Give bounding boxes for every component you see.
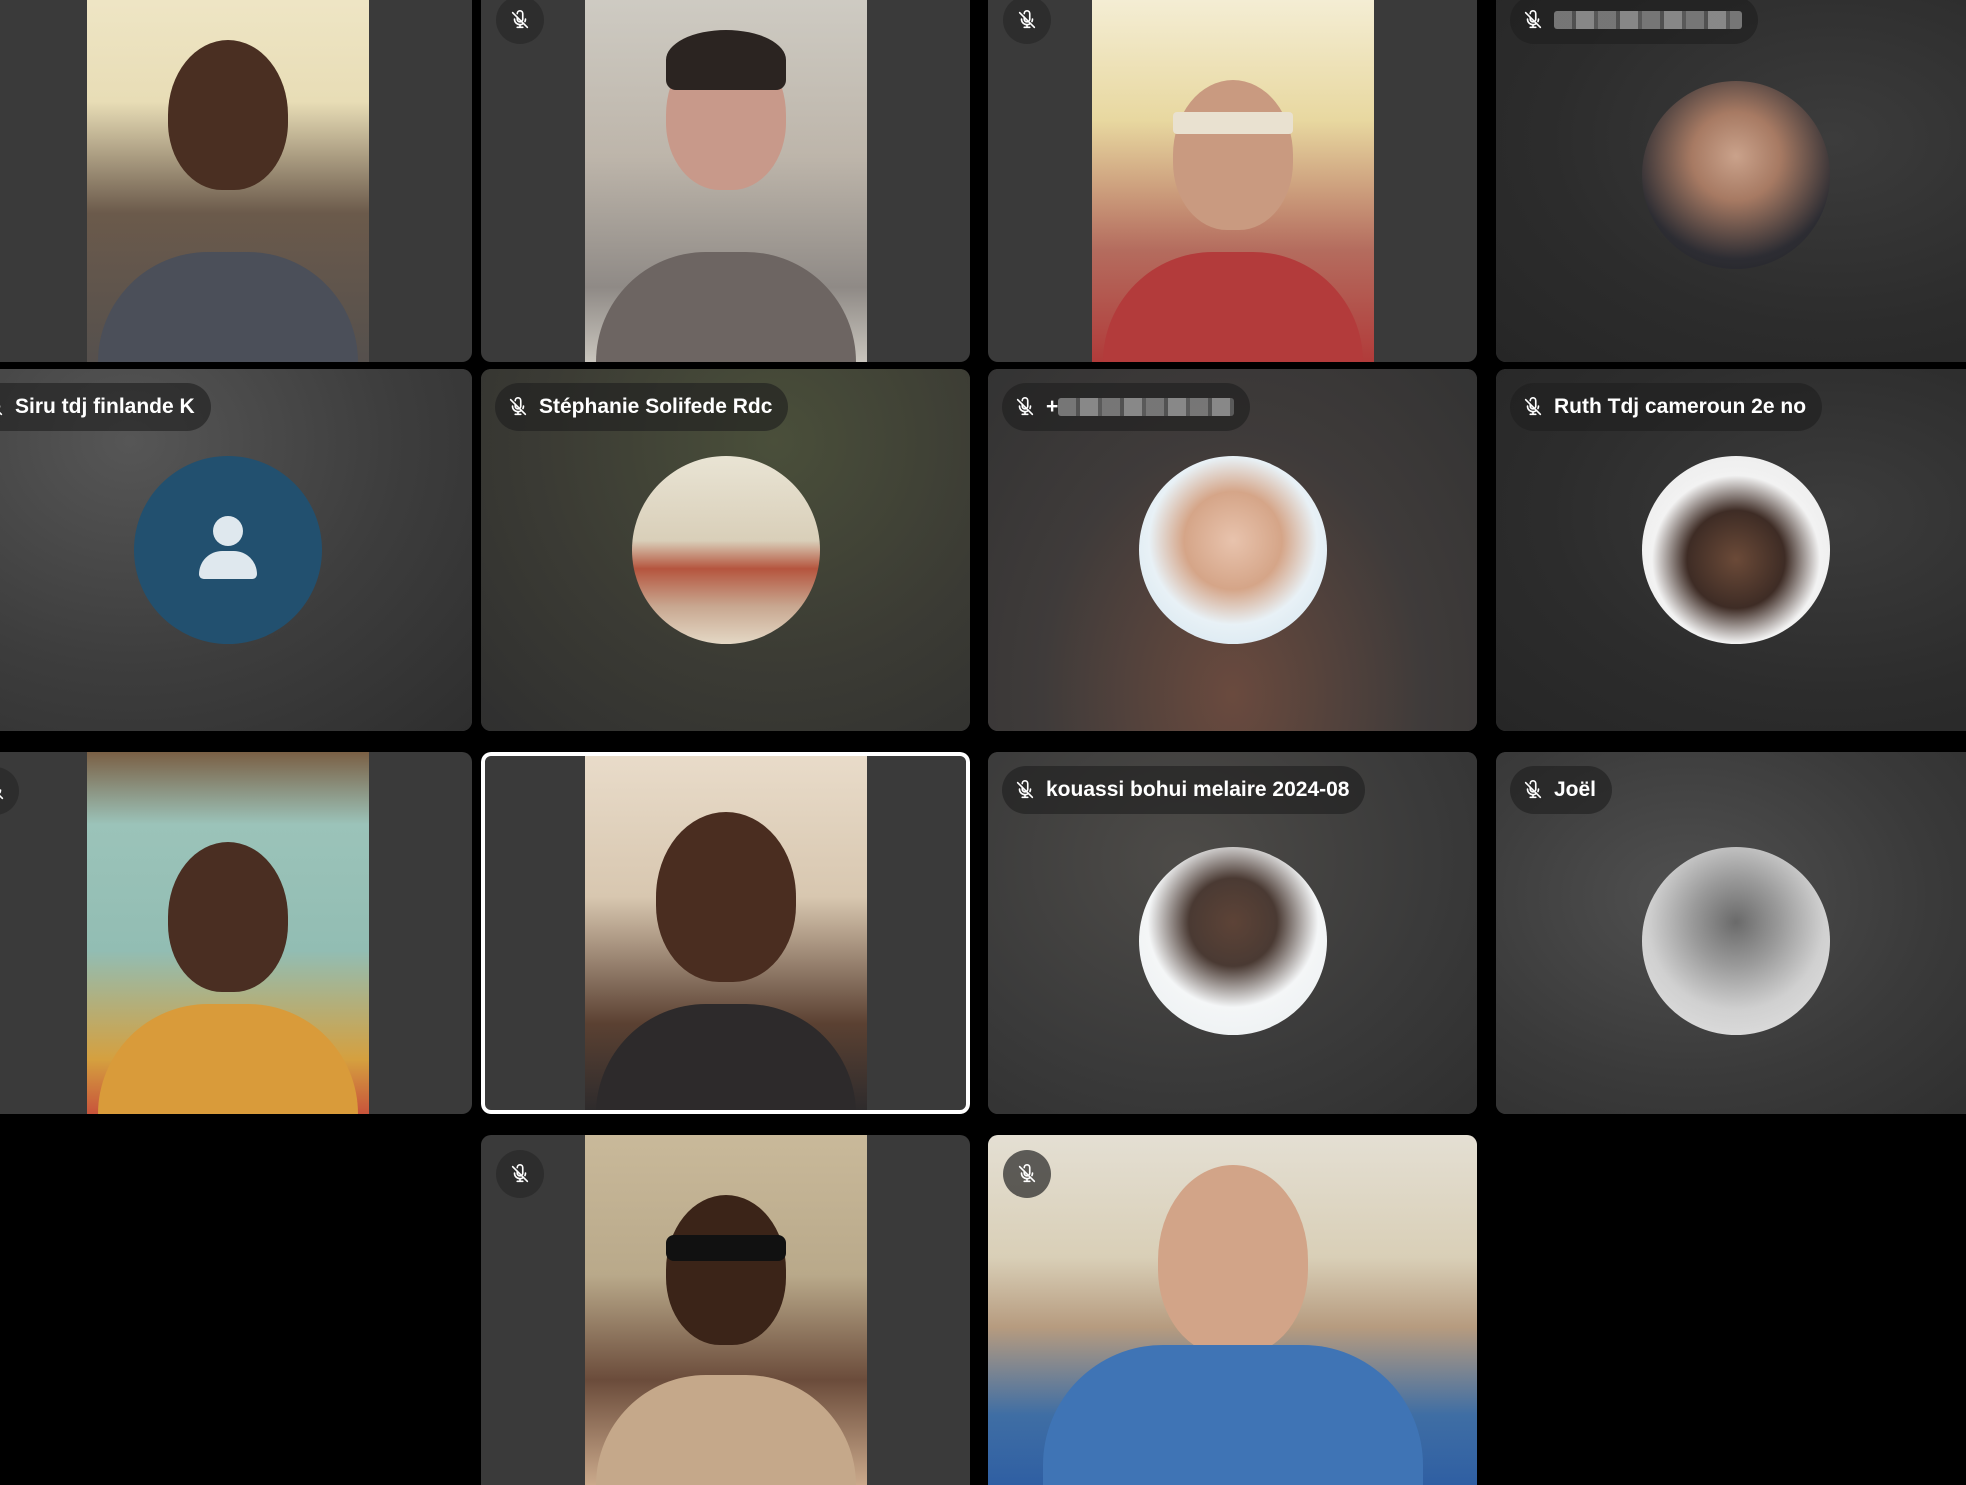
mic-off-icon <box>509 9 531 31</box>
participant-avatar <box>1138 847 1327 1035</box>
participant-tile[interactable] <box>1496 0 1966 362</box>
mic-muted-button[interactable] <box>496 1150 544 1198</box>
redacted-name <box>1058 398 1235 416</box>
mic-muted-button[interactable] <box>496 0 544 44</box>
mic-off-icon <box>507 396 529 418</box>
participant-video <box>86 0 369 362</box>
participant-name-pill: + <box>1002 383 1251 431</box>
mic-off-icon <box>1014 396 1036 418</box>
video-shoulders <box>595 1004 856 1114</box>
participant-avatar <box>1138 456 1327 644</box>
participant-tile-active[interactable] <box>481 752 970 1114</box>
participant-name: Stéphanie Solifede Rdc <box>539 395 773 418</box>
participant-video <box>584 1135 867 1485</box>
participant-tile[interactable] <box>0 752 472 1114</box>
video-glasses <box>665 1235 786 1261</box>
video-shoulders <box>595 1375 856 1485</box>
mic-muted-button[interactable] <box>1003 1150 1051 1198</box>
video-face <box>167 842 288 992</box>
participant-name-pill <box>1510 0 1758 44</box>
video-face <box>655 812 796 982</box>
participant-name-pill: kouassi bohui melaire 2024-08 <box>1002 766 1366 814</box>
participant-tile[interactable]: + <box>988 369 1477 731</box>
video-face <box>1157 1165 1308 1355</box>
mic-off-icon <box>509 1163 531 1185</box>
participant-tile[interactable]: Siru tdj finlande K <box>0 369 472 731</box>
participant-avatar <box>631 456 820 644</box>
participant-avatar <box>133 456 322 644</box>
participant-name-pill: Ruth Tdj cameroun 2e no <box>1510 383 1823 431</box>
video-face <box>167 40 288 190</box>
video-face <box>1172 80 1293 230</box>
participant-name-pill: Stéphanie Solifede Rdc <box>495 383 789 431</box>
mic-off-icon <box>1014 779 1036 801</box>
mic-off-icon <box>1522 779 1544 801</box>
participant-avatar <box>1642 847 1830 1035</box>
video-hair <box>665 30 786 90</box>
participant-video <box>988 1135 1477 1485</box>
participant-video <box>584 752 867 1114</box>
mic-off-icon <box>1522 396 1544 418</box>
video-shoulders <box>1042 1345 1423 1485</box>
mic-off-icon <box>0 780 6 802</box>
participant-name: Ruth Tdj cameroun 2e no <box>1554 395 1807 418</box>
participant-tile[interactable] <box>988 1135 1477 1485</box>
participant-tile[interactable] <box>481 0 970 362</box>
participant-tile[interactable]: Stéphanie Solifede Rdc <box>481 369 970 731</box>
participant-name: Siru tdj finlande K <box>15 395 195 418</box>
participant-video <box>1091 0 1374 362</box>
video-headband <box>1172 112 1293 134</box>
video-face <box>665 1195 786 1345</box>
participant-tile[interactable]: Joël <box>1496 752 1966 1114</box>
mic-muted-button[interactable] <box>0 767 19 815</box>
participant-video <box>86 752 369 1114</box>
participant-avatar <box>1642 456 1830 644</box>
mic-off-icon <box>1522 9 1544 31</box>
mic-muted-button[interactable] <box>1003 0 1051 44</box>
participant-name: Joël <box>1554 778 1597 801</box>
participant-name-pill: Siru tdj finlande K <box>0 383 211 431</box>
participant-video <box>584 0 867 362</box>
participant-grid: Siru tdj finlande K Stéphanie Solifede R… <box>0 0 1966 1485</box>
participant-avatar <box>1642 81 1830 269</box>
participant-tile[interactable]: Ruth Tdj cameroun 2e no <box>1496 369 1966 731</box>
participant-name: kouassi bohui melaire 2024-08 <box>1046 778 1350 801</box>
video-shoulders <box>97 252 358 362</box>
mic-off-icon <box>1016 1163 1038 1185</box>
video-shoulders <box>97 1004 358 1114</box>
participant-tile[interactable]: kouassi bohui melaire 2024-08 <box>988 752 1477 1114</box>
participant-name-pill: Joël <box>1510 766 1613 814</box>
redacted-name <box>1554 11 1742 29</box>
participant-name: + <box>1046 395 1059 418</box>
video-shoulders <box>1102 252 1363 362</box>
participant-tile[interactable] <box>988 0 1477 362</box>
participant-tile[interactable] <box>0 0 472 362</box>
mic-off-icon <box>1016 9 1038 31</box>
mic-off-icon <box>0 396 5 418</box>
video-shoulders <box>595 252 856 362</box>
participant-tile[interactable] <box>481 1135 970 1485</box>
